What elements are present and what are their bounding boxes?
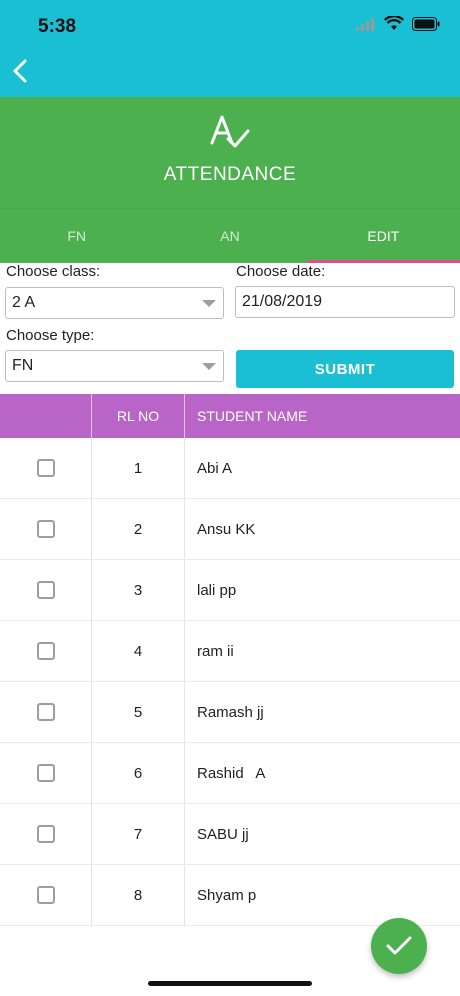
rl-no-cell: 7	[92, 804, 185, 864]
choose-date-label: Choose date:	[236, 263, 326, 280]
attendance-checkbox[interactable]	[36, 459, 55, 477]
submit-button[interactable]: SUBMIT	[236, 350, 454, 388]
attendance-checkbox[interactable]	[36, 520, 55, 538]
table-row: 1 Abi A	[0, 438, 460, 499]
attendance-header: ATTENDANCE	[0, 97, 460, 208]
row-check-cell	[0, 682, 92, 742]
tab-edit[interactable]: EDIT	[306, 209, 460, 263]
type-select-value: FN	[12, 357, 34, 374]
confirm-fab-button[interactable]	[371, 918, 427, 974]
class-select[interactable]: 2 A	[5, 287, 224, 319]
table-row: 3 lali pp	[0, 560, 460, 621]
rl-no-cell: 4	[92, 621, 185, 681]
rl-no-cell: 2	[92, 499, 185, 559]
table-row: 8 Shyam p	[0, 865, 460, 926]
row-check-cell	[0, 804, 92, 864]
rl-no-cell: 8	[92, 865, 185, 925]
row-check-cell	[0, 865, 92, 925]
attendance-checkbox[interactable]	[36, 886, 55, 904]
student-name-cell: Ansu KK	[197, 520, 256, 538]
page-title: ATTENDANCE	[163, 164, 297, 185]
student-name-cell: Shyam p	[197, 886, 257, 904]
rl-no-cell: 3	[92, 560, 185, 620]
status-time: 5:38	[38, 16, 77, 37]
row-check-cell	[0, 560, 92, 620]
choose-class-label: Choose class:	[6, 263, 101, 280]
row-check-cell	[0, 438, 92, 498]
chevron-left-icon	[13, 59, 27, 83]
attendance-checkbox[interactable]	[36, 825, 55, 843]
date-field[interactable]: 21/08/2019	[235, 286, 455, 318]
header-rl-no: RL NO	[92, 394, 185, 438]
tab-an[interactable]: AN	[153, 209, 306, 263]
attendance-checkbox[interactable]	[36, 581, 55, 599]
row-check-cell	[0, 499, 92, 559]
choose-type-label: Choose type:	[6, 327, 95, 344]
class-select-value: 2 A	[12, 294, 36, 311]
rl-no-cell: 6	[92, 743, 185, 803]
student-name-cell: Rashid A	[197, 764, 266, 782]
attendance-checkbox[interactable]	[36, 642, 55, 660]
row-check-cell	[0, 621, 92, 681]
table-row: 6 Rashid A	[0, 743, 460, 804]
table-row: 7 SABU jj	[0, 804, 460, 865]
table-header: RL NO STUDENT NAME	[0, 394, 460, 438]
wifi-icon	[384, 16, 404, 30]
rl-no-cell: 1	[92, 438, 185, 498]
dropdown-caret-icon	[202, 300, 216, 307]
attendance-logo-icon	[208, 113, 252, 158]
row-check-cell	[0, 743, 92, 803]
student-name-cell: SABU jj	[197, 825, 249, 843]
back-button[interactable]	[6, 56, 34, 86]
type-select[interactable]: FN	[5, 350, 224, 382]
student-name-cell: Abi A	[197, 459, 233, 477]
status-icons	[356, 16, 440, 31]
top-bar: 5:38	[0, 0, 460, 97]
student-name-cell: lali pp	[197, 581, 237, 599]
checkmark-icon	[386, 936, 412, 955]
header-student-name: STUDENT NAME	[197, 408, 308, 424]
table-row: 5 Ramash jj	[0, 682, 460, 743]
student-name-cell: ram ii	[197, 642, 234, 660]
dropdown-caret-icon	[202, 363, 216, 370]
tab-fn[interactable]: FN	[0, 209, 153, 263]
home-indicator	[148, 981, 312, 986]
attendance-screen: 5:38 ATTENDANCE FN AN EDIT Choose class:…	[0, 0, 460, 996]
table-row: 2 Ansu KK	[0, 499, 460, 560]
tab-bar: FN AN EDIT	[0, 208, 460, 263]
student-name-cell: Ramash jj	[197, 703, 264, 721]
student-table: 1 Abi A 2 Ansu KK 3 lali pp 4 ram ii 5 R…	[0, 438, 460, 926]
signal-icon	[356, 17, 374, 31]
attendance-checkbox[interactable]	[36, 764, 55, 782]
table-row: 4 ram ii	[0, 621, 460, 682]
date-field-value: 21/08/2019	[242, 293, 323, 310]
header-check-column	[0, 394, 92, 438]
attendance-checkbox[interactable]	[36, 703, 55, 721]
rl-no-cell: 5	[92, 682, 185, 742]
battery-icon	[412, 16, 440, 31]
